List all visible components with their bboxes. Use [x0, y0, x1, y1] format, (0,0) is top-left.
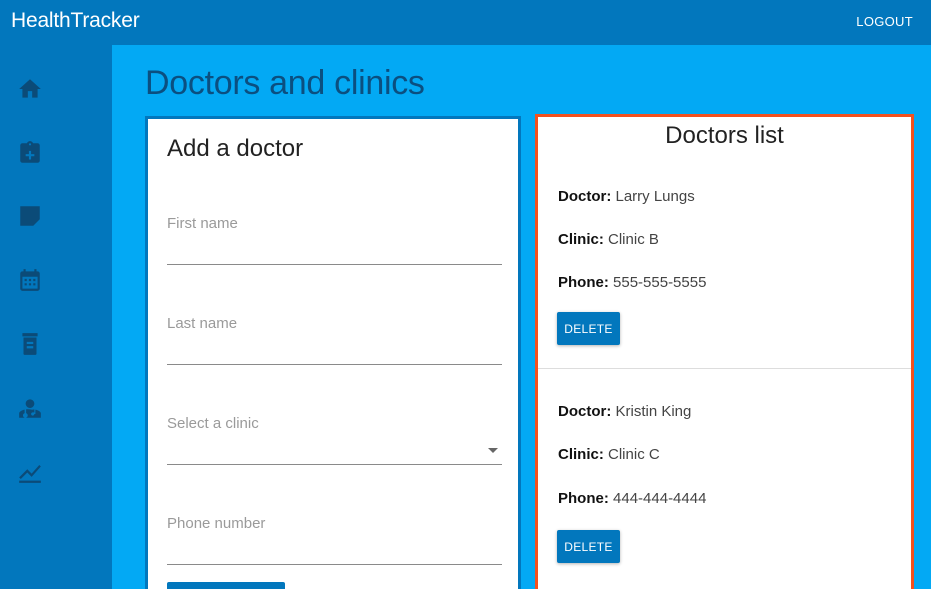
clinic-select[interactable]: Select a clinic: [167, 415, 502, 465]
doctor-name-row: Doctor: Larry Lungs: [558, 188, 695, 205]
note-icon[interactable]: [17, 203, 43, 229]
clinic-row: Clinic: Clinic C: [558, 446, 660, 463]
last-name-field[interactable]: Last name: [167, 315, 502, 365]
doctor-icon[interactable]: [17, 395, 43, 421]
chevron-down-icon: [488, 448, 498, 453]
add-doctor-button[interactable]: [167, 582, 285, 589]
doctors-list-panel: Doctors list Doctor: Larry Lungs Clinic:…: [535, 114, 914, 589]
sidebar: [0, 45, 112, 589]
pill-bottle-icon[interactable]: [17, 331, 43, 357]
chart-line-icon[interactable]: [17, 459, 43, 485]
clipboard-plus-icon[interactable]: [17, 140, 43, 166]
page-title: Doctors and clinics: [145, 64, 425, 102]
list-item: Doctor: Larry Lungs Clinic: Clinic B Pho…: [538, 152, 911, 369]
phone-prefix: Phone:: [558, 274, 609, 291]
delete-button[interactable]: DELETE: [557, 312, 620, 345]
phone-value: 555-555-5555: [613, 274, 707, 291]
clinic-prefix: Clinic:: [558, 446, 604, 463]
doctors-list-title: Doctors list: [665, 122, 784, 149]
home-icon[interactable]: [17, 76, 43, 102]
calendar-icon[interactable]: [17, 267, 43, 293]
logout-button[interactable]: LOGOUT: [856, 14, 913, 29]
clinic-row: Clinic: Clinic B: [558, 231, 659, 248]
add-doctor-title: Add a doctor: [167, 135, 304, 162]
clinic-select-label: Select a clinic: [167, 415, 259, 432]
doctor-name: Larry Lungs: [615, 188, 695, 205]
first-name-field[interactable]: First name: [167, 215, 502, 265]
phone-row: Phone: 555-555-5555: [558, 274, 706, 291]
top-app-bar: HealthTracker LOGOUT: [0, 0, 931, 45]
phone-prefix: Phone:: [558, 490, 609, 507]
delete-button[interactable]: DELETE: [557, 530, 620, 563]
phone-value: 444-444-4444: [613, 490, 707, 507]
clinic-name: Clinic B: [608, 231, 659, 248]
doctor-name-row: Doctor: Kristin King: [558, 403, 691, 420]
add-doctor-panel: Add a doctor First name Last name Select…: [145, 116, 521, 589]
phone-number-field[interactable]: Phone number: [167, 515, 502, 565]
clinic-name: Clinic C: [608, 446, 660, 463]
doctor-name: Kristin King: [615, 403, 692, 420]
phone-number-label: Phone number: [167, 515, 266, 532]
last-name-label: Last name: [167, 315, 238, 332]
doctor-prefix: Doctor:: [558, 188, 612, 205]
doctor-prefix: Doctor:: [558, 403, 612, 420]
app-title[interactable]: HealthTracker: [11, 9, 140, 33]
clinic-prefix: Clinic:: [558, 231, 604, 248]
list-item: Doctor: Kristin King Clinic: Clinic C Ph…: [538, 368, 911, 585]
first-name-label: First name: [167, 215, 238, 232]
phone-row: Phone: 444-444-4444: [558, 490, 706, 507]
